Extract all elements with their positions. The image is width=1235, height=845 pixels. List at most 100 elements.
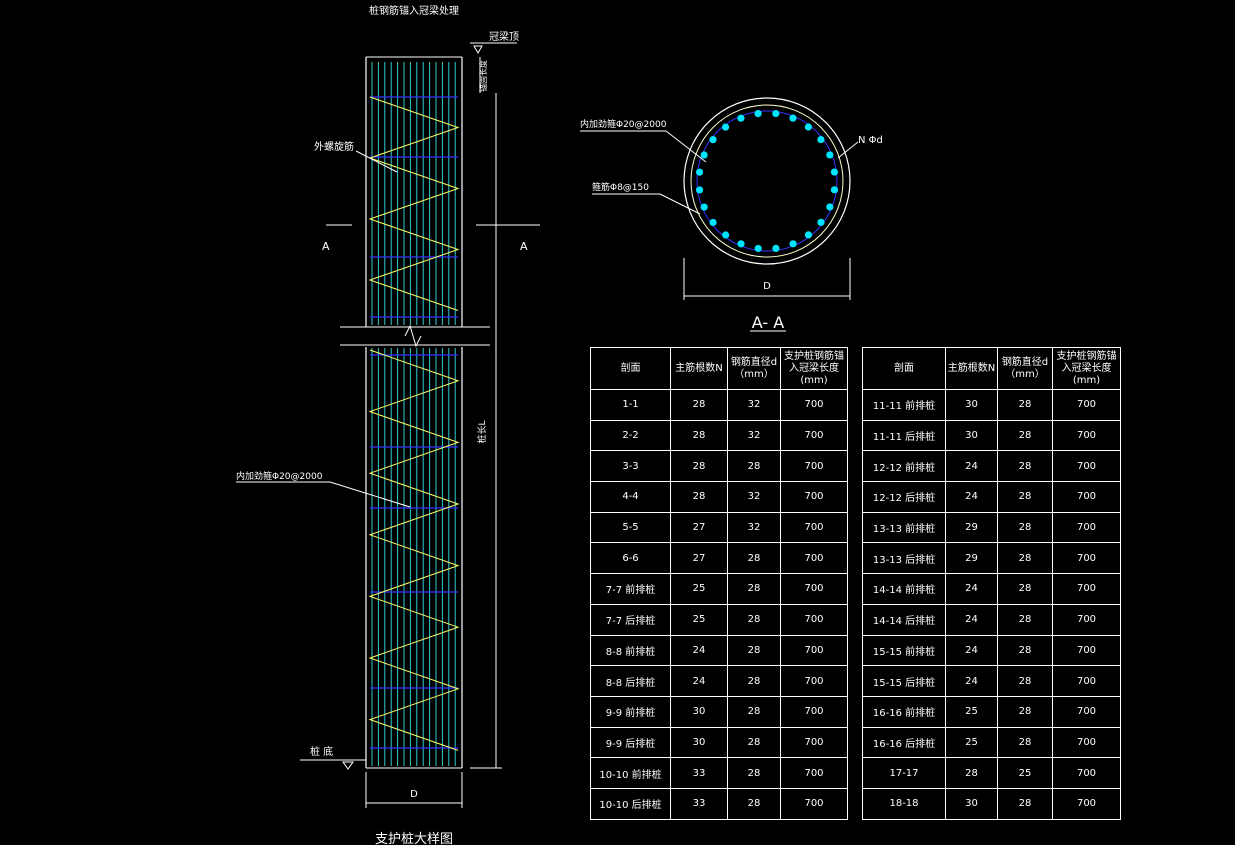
header-bar-count: 主筋根数N bbox=[670, 347, 728, 390]
cell-anchor-length: 700 bbox=[1052, 603, 1121, 636]
cell-section: 15-15 后排桩 bbox=[862, 665, 946, 697]
table-body-right: 11-11 前排桩 30 28 700 11-11 后排桩 30 28 700 12-12 前排… bbox=[862, 389, 1121, 820]
cell-section: 10-10 后排桩 bbox=[590, 787, 671, 820]
rebar-table-right: 剖面 主筋根数N 钢筋直径d（mm） 支护桩钢筋锚入冠梁长度(mm) 11-11… bbox=[862, 347, 1121, 820]
elevation-title: 桩钢筋锚入冠梁处理 bbox=[369, 4, 459, 17]
elevation-diameter-label: D bbox=[410, 789, 418, 800]
cell-section: 8-8 前排桩 bbox=[590, 634, 671, 667]
section-caption: A- A bbox=[752, 313, 784, 332]
cell-section: 6-6 bbox=[590, 542, 671, 575]
header-bar-count: 主筋根数N bbox=[945, 347, 998, 390]
cell-anchor-length: 700 bbox=[1052, 481, 1121, 513]
cell-section: 7-7 后排桩 bbox=[590, 603, 671, 636]
cell-bar-diameter: 28 bbox=[997, 573, 1053, 605]
cell-bar-count: 29 bbox=[945, 542, 998, 575]
cell-anchor-length: 700 bbox=[1052, 695, 1121, 728]
cell-section: 12-12 后排桩 bbox=[862, 481, 946, 513]
table-row: 12-12 前排桩 24 28 700 bbox=[862, 450, 1121, 483]
table-row: 10-10 前排桩 33 28 700 bbox=[590, 757, 848, 789]
pile-length-label: 桩长L bbox=[476, 420, 488, 443]
cell-section: 15-15 前排桩 bbox=[862, 634, 946, 667]
cell-section: 18-18 bbox=[862, 787, 946, 820]
table-row: 8-8 前排桩 24 28 700 bbox=[590, 634, 848, 667]
cell-bar-diameter: 28 bbox=[997, 695, 1053, 728]
table-row: 7-7 后排桩 25 28 700 bbox=[590, 603, 848, 636]
cell-anchor-length: 700 bbox=[780, 389, 848, 421]
cell-anchor-length: 700 bbox=[780, 511, 848, 544]
cell-bar-diameter: 28 bbox=[727, 573, 781, 605]
bar-dot bbox=[826, 151, 834, 159]
cell-anchor-length: 700 bbox=[780, 695, 848, 728]
table-row: 13-13 前排桩 29 28 700 bbox=[862, 511, 1121, 544]
cell-bar-diameter: 32 bbox=[727, 419, 781, 452]
cell-anchor-length: 700 bbox=[780, 634, 848, 667]
bar-dot bbox=[772, 109, 780, 118]
table-row: 16-16 前排桩 25 28 700 bbox=[862, 695, 1121, 728]
cell-bar-count: 24 bbox=[945, 481, 998, 513]
header-section: 剖面 bbox=[590, 347, 671, 390]
cell-bar-diameter: 28 bbox=[727, 450, 781, 483]
bar-dot bbox=[721, 123, 730, 131]
cell-section: 9-9 后排桩 bbox=[590, 726, 671, 759]
cell-bar-count: 29 bbox=[945, 511, 998, 544]
cell-anchor-length: 700 bbox=[780, 726, 848, 759]
cell-bar-diameter: 28 bbox=[997, 787, 1053, 820]
cell-bar-diameter: 28 bbox=[727, 603, 781, 636]
spiral-upper bbox=[368, 96, 460, 311]
cell-bar-count: 30 bbox=[945, 419, 998, 452]
cell-bar-count: 25 bbox=[945, 695, 998, 728]
cell-bar-count: 33 bbox=[670, 757, 728, 789]
cell-bar-diameter: 32 bbox=[727, 481, 781, 513]
cell-bar-diameter: 28 bbox=[997, 665, 1053, 697]
cell-section: 14-14 前排桩 bbox=[862, 573, 946, 605]
cap-top-triangle bbox=[473, 45, 483, 55]
header-anchor-length: 支护桩钢筋锚入冠梁长度(mm) bbox=[1052, 347, 1121, 390]
elevation-caption: 支护桩大样图 bbox=[375, 832, 453, 845]
cell-anchor-length: 700 bbox=[1052, 450, 1121, 483]
cell-anchor-length: 700 bbox=[1052, 542, 1121, 575]
table-row: 5-5 27 32 700 bbox=[590, 511, 848, 544]
cell-bar-count: 27 bbox=[670, 542, 728, 575]
cell-anchor-length: 700 bbox=[1052, 634, 1121, 667]
table-row: 15-15 前排桩 24 28 700 bbox=[862, 634, 1121, 667]
cell-bar-diameter: 28 bbox=[727, 695, 781, 728]
cell-bar-diameter: 28 bbox=[727, 542, 781, 575]
cell-bar-diameter: 25 bbox=[997, 757, 1053, 789]
pile-elevation: 桩钢筋锚入冠梁处理 冠梁顶 锚固长度 桩长L A A 外螺旋筋 内加劲箍Φ20@… bbox=[236, 4, 540, 845]
cell-bar-count: 30 bbox=[670, 726, 728, 759]
cell-anchor-length: 700 bbox=[1052, 665, 1121, 697]
table-row: 4-4 28 32 700 bbox=[590, 481, 848, 513]
cell-section: 16-16 前排桩 bbox=[862, 695, 946, 728]
table-header-row: 剖面 主筋根数N 钢筋直径d（mm） 支护桩钢筋锚入冠梁长度(mm) bbox=[862, 347, 1121, 390]
table-row: 10-10 后排桩 33 28 700 bbox=[590, 787, 848, 820]
section-mark-right: A bbox=[520, 240, 528, 253]
cell-anchor-length: 700 bbox=[780, 419, 848, 452]
cell-anchor-length: 700 bbox=[1052, 726, 1121, 759]
outer-spiral-label: 外螺旋筋 bbox=[314, 140, 354, 153]
hoop-label: 箍筋Φ8@150 bbox=[592, 181, 649, 193]
cell-bar-count: 28 bbox=[670, 419, 728, 452]
cell-anchor-length: 700 bbox=[1052, 389, 1121, 421]
bar-dot bbox=[700, 151, 708, 159]
bar-dot bbox=[709, 218, 717, 227]
table-row: 13-13 后排桩 29 28 700 bbox=[862, 542, 1121, 575]
table-row: 9-9 前排桩 30 28 700 bbox=[590, 695, 848, 728]
pile-bottom-triangle bbox=[342, 761, 354, 770]
cell-bar-count: 28 bbox=[945, 757, 998, 789]
cell-section: 13-13 前排桩 bbox=[862, 511, 946, 544]
cell-section: 13-13 后排桩 bbox=[862, 542, 946, 575]
pile-outline-circle bbox=[683, 97, 851, 265]
cell-section: 7-7 前排桩 bbox=[590, 573, 671, 605]
cell-bar-count: 28 bbox=[670, 481, 728, 513]
cell-section: 16-16 后排桩 bbox=[862, 726, 946, 759]
table-row: 17-17 28 25 700 bbox=[862, 757, 1121, 789]
cell-anchor-length: 700 bbox=[1052, 787, 1121, 820]
cell-anchor-length: 700 bbox=[1052, 573, 1121, 605]
cell-bar-count: 28 bbox=[670, 450, 728, 483]
cell-bar-diameter: 28 bbox=[727, 787, 781, 820]
table-row: 8-8 后排桩 24 28 700 bbox=[590, 665, 848, 697]
cell-anchor-length: 700 bbox=[780, 542, 848, 575]
cell-bar-count: 30 bbox=[945, 389, 998, 421]
cell-bar-count: 30 bbox=[945, 787, 998, 820]
cell-bar-diameter: 28 bbox=[997, 481, 1053, 513]
